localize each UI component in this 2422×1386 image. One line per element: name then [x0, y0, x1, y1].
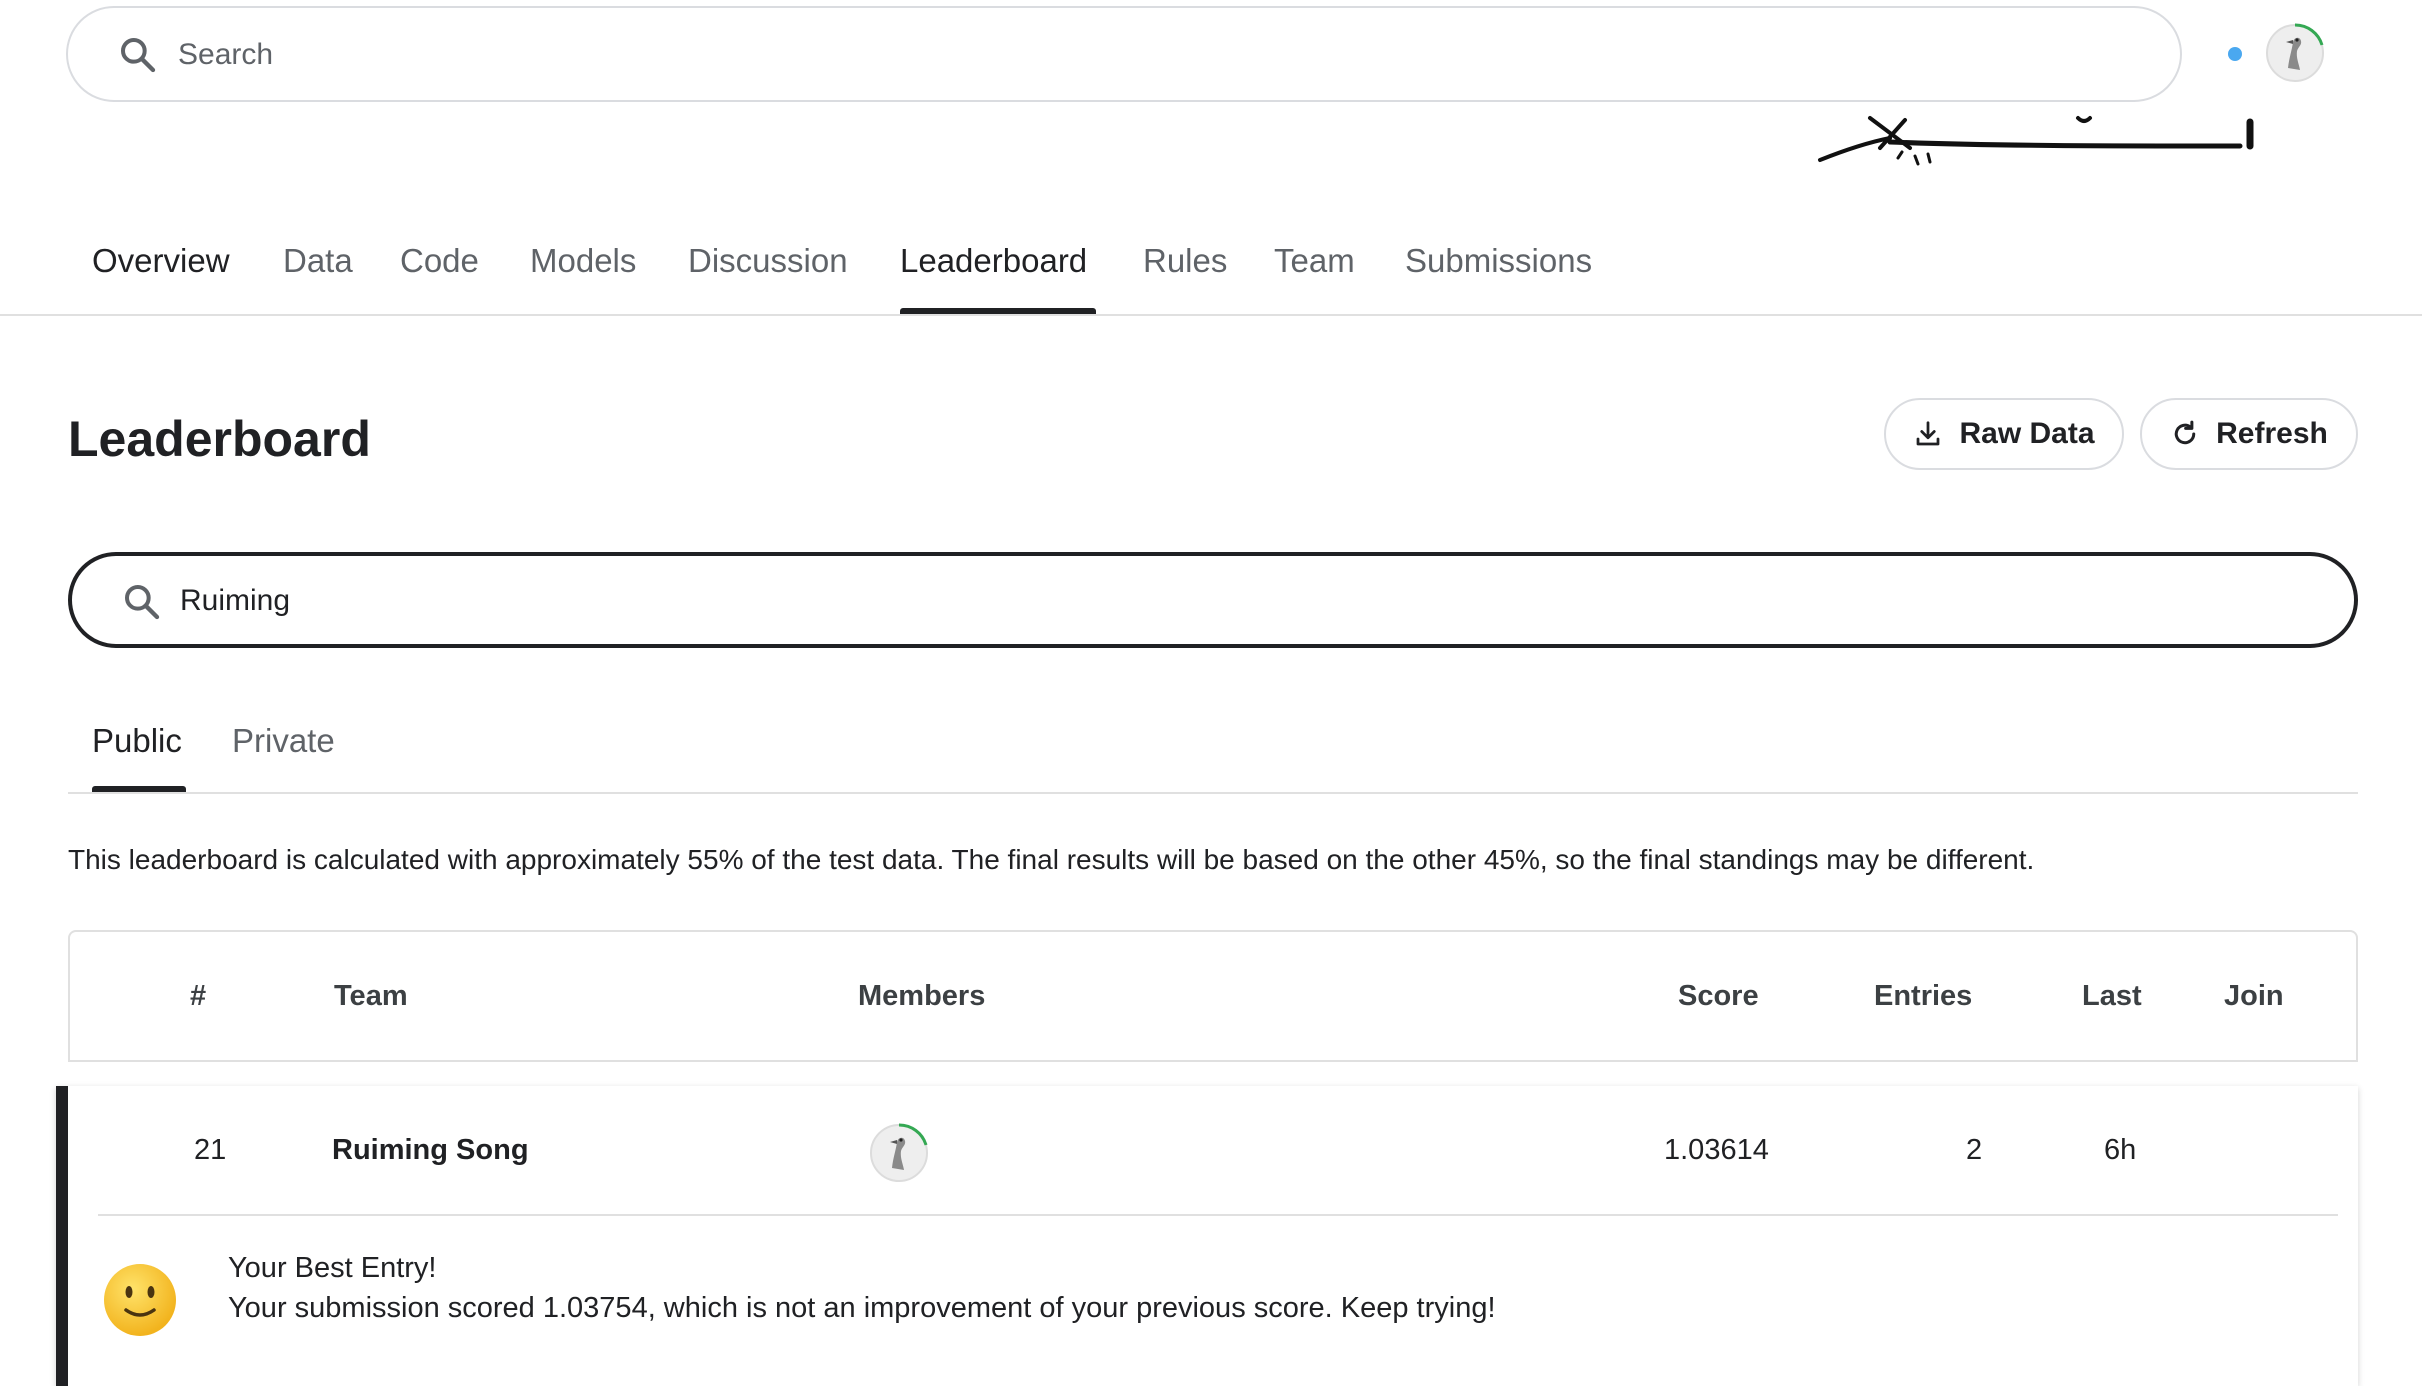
last-cell: 6h — [2104, 1134, 2137, 1166]
active-tab-indicator — [900, 308, 1096, 314]
tab-submissions[interactable]: Submissions — [1405, 242, 1592, 280]
row-divider — [98, 1214, 2338, 1216]
tab-rules[interactable]: Rules — [1143, 242, 1227, 280]
global-search[interactable] — [66, 6, 2182, 102]
column-score[interactable]: Score — [1678, 980, 1759, 1013]
column-last[interactable]: Last — [2082, 980, 2142, 1013]
best-entry-title: Your Best Entry! — [228, 1252, 437, 1284]
tab-discussion[interactable]: Discussion — [688, 242, 848, 280]
global-search-input[interactable] — [178, 28, 2078, 82]
raw-data-label: Raw Data — [1959, 417, 2095, 450]
leaderboard-notice: This leaderboard is calculated with appr… — [68, 844, 2035, 875]
column-team[interactable]: Team — [334, 980, 408, 1013]
rank-cell: 21 — [194, 1134, 227, 1166]
top-bar — [0, 0, 2422, 110]
smiley-face-icon — [104, 1264, 176, 1336]
score-cell: 1.03614 — [1664, 1134, 1769, 1166]
column-rank[interactable]: # — [190, 980, 206, 1013]
column-entries[interactable]: Entries — [1874, 980, 1972, 1013]
tab-private[interactable]: Private — [232, 722, 335, 760]
leaderboard-search-input[interactable] — [180, 574, 2180, 628]
member-avatar[interactable] — [866, 1120, 932, 1186]
tab-data[interactable]: Data — [283, 242, 353, 280]
tab-team[interactable]: Team — [1274, 242, 1355, 280]
column-join[interactable]: Join — [2224, 980, 2284, 1013]
refresh-button[interactable]: Refresh — [2140, 398, 2358, 470]
tab-public[interactable]: Public — [92, 722, 182, 760]
notification-dot — [2228, 47, 2242, 61]
leaderboard-tabs: Public Private — [68, 700, 2358, 794]
active-subtab-indicator — [92, 786, 186, 792]
leaderboard-search[interactable] — [68, 552, 2358, 648]
entries-cell: 2 — [1966, 1134, 1983, 1166]
refresh-label: Refresh — [2216, 417, 2328, 450]
tab-overview[interactable]: Overview — [92, 242, 230, 280]
column-members: Members — [858, 980, 986, 1012]
banner-illustration — [1818, 116, 2254, 166]
tab-models[interactable]: Models — [530, 242, 636, 280]
competition-nav: Overview Data Code Models Discussion Lea… — [0, 228, 2422, 316]
tab-code[interactable]: Code — [400, 242, 479, 280]
page-title: Leaderboard — [68, 411, 371, 467]
download-icon — [1917, 421, 1940, 446]
table-row[interactable]: 21 Ruiming Song 1.03614 2 6h Your Best E… — [56, 1086, 2358, 1386]
raw-data-button[interactable]: Raw Data — [1884, 398, 2124, 470]
user-avatar[interactable] — [2262, 20, 2328, 86]
table-header: # Team Members Score Entries Last Join — [68, 930, 2358, 1062]
team-name-cell[interactable]: Ruiming Song — [332, 1134, 529, 1167]
refresh-icon — [2174, 420, 2196, 445]
tab-leaderboard[interactable]: Leaderboard — [900, 242, 1087, 280]
best-entry-message: Your submission scored 1.03754, which is… — [228, 1292, 1496, 1324]
search-icon — [121, 38, 156, 73]
search-icon — [125, 585, 160, 620]
